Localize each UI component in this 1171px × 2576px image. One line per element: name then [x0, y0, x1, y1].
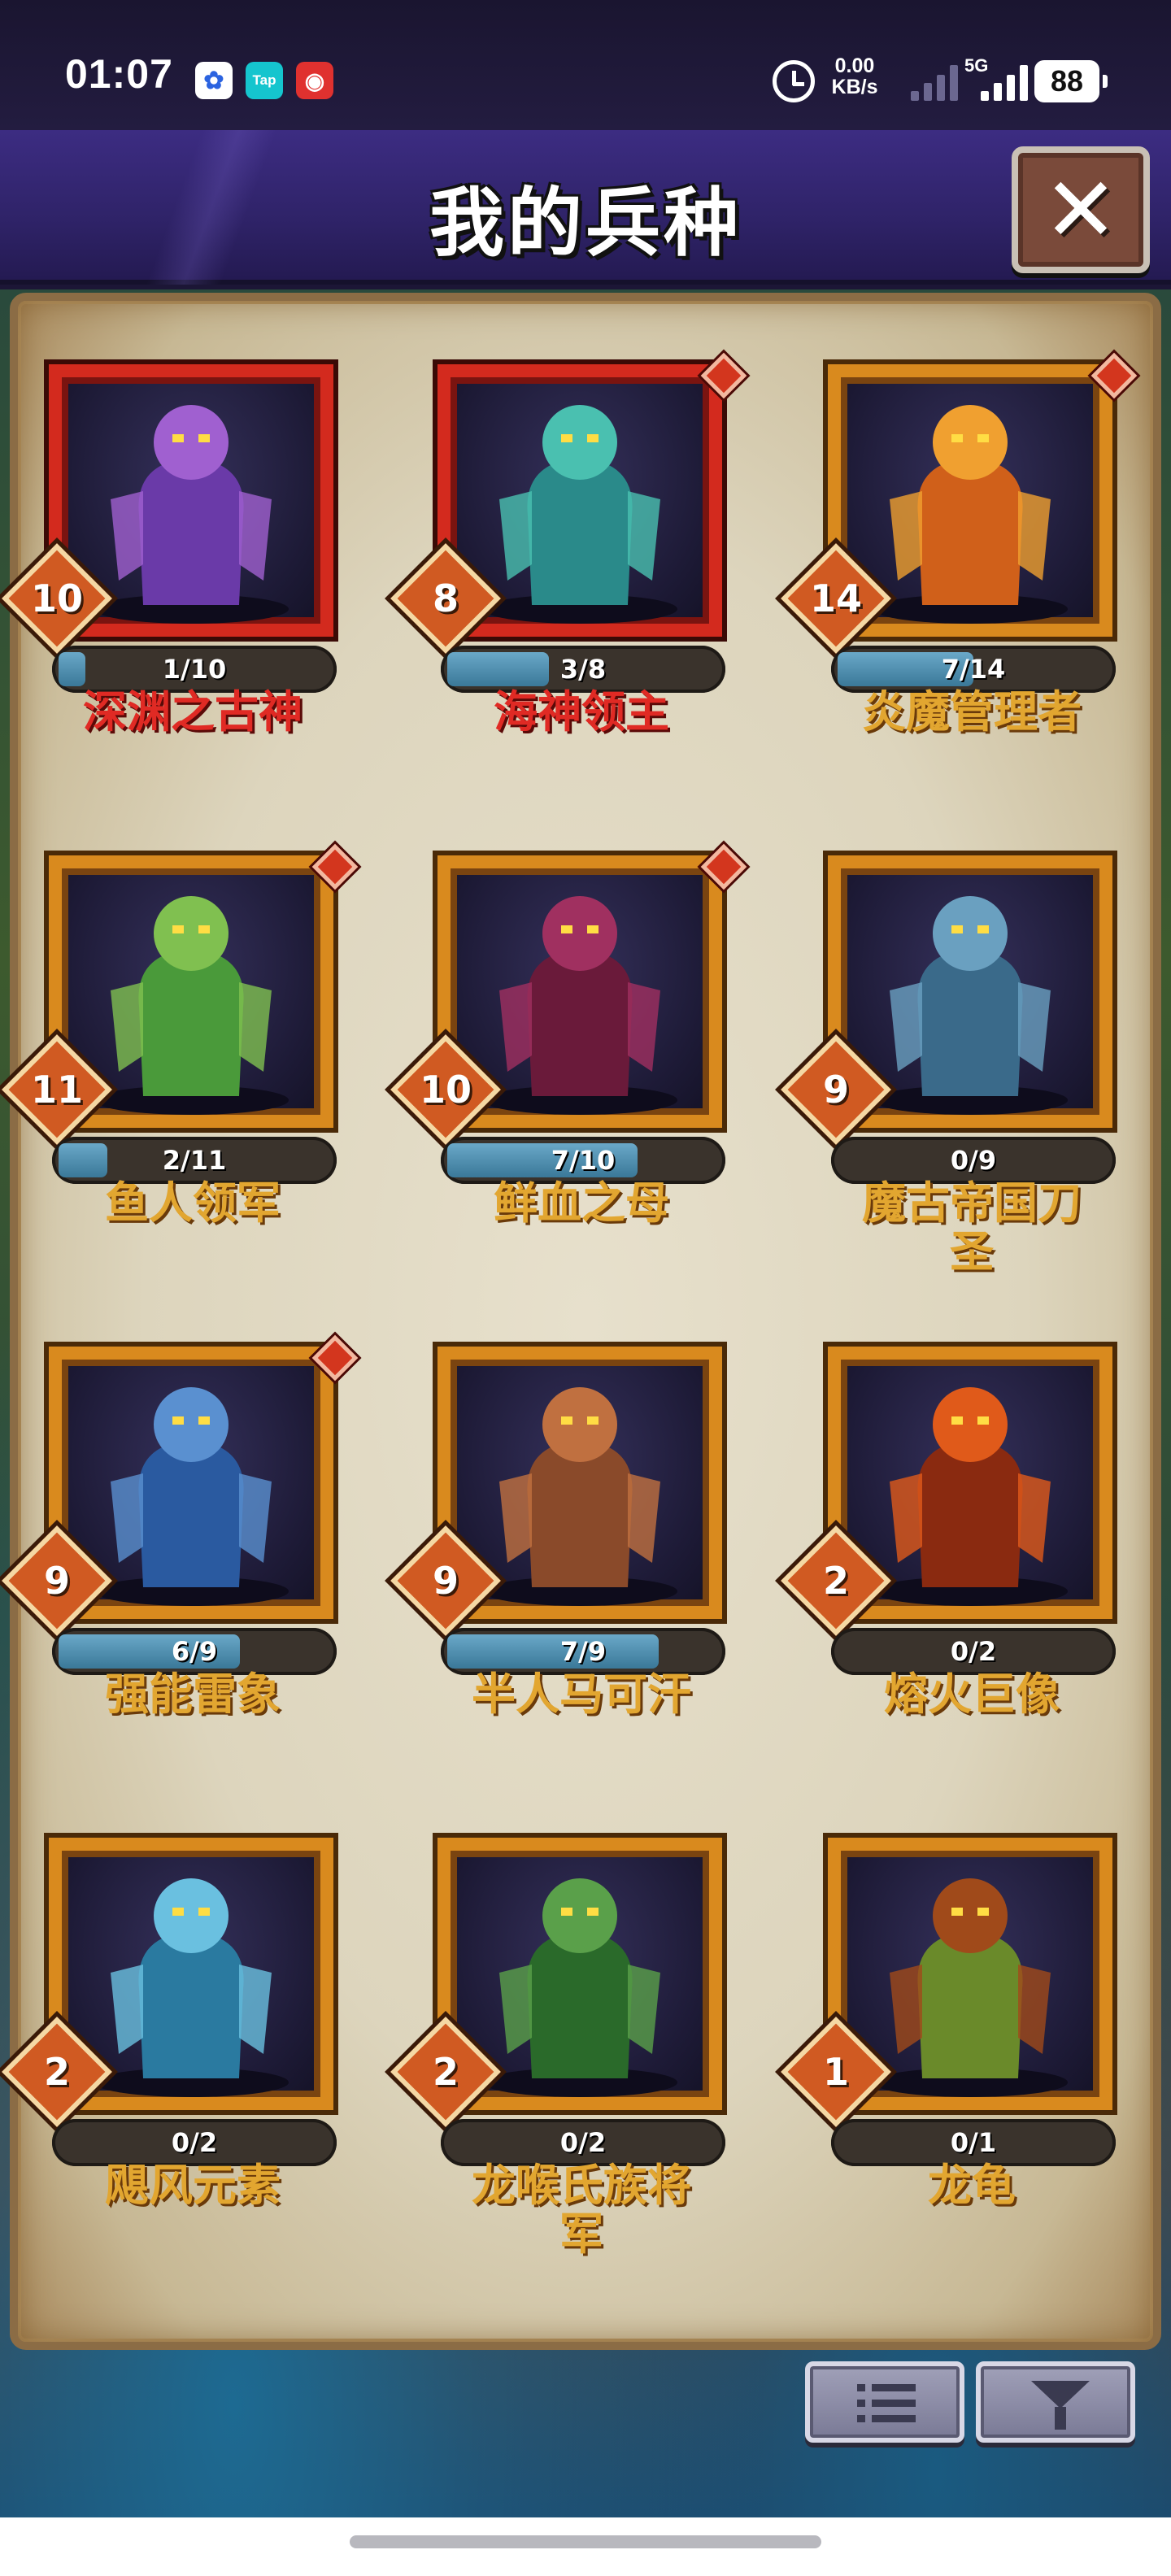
- unit-card[interactable]: 10 1/10 深渊之古神: [0, 364, 342, 820]
- unit-name: 熔火巨像: [884, 1669, 1060, 1720]
- netease-music-icon: ◉: [296, 62, 333, 99]
- unit-level: 10: [419, 1068, 472, 1112]
- filter-icon: [1031, 2381, 1090, 2430]
- status-time: 01:07: [65, 51, 173, 97]
- unit-level: 1: [822, 2050, 849, 2094]
- unit-level: 8: [432, 577, 459, 620]
- alarm-icon: [773, 60, 815, 102]
- unit-card[interactable]: 9 0/9 魔古帝国刀圣: [779, 855, 1121, 1311]
- network-speed-value: 0.00: [834, 54, 875, 77]
- unit-card[interactable]: 9 6/9 强能雷象: [0, 1334, 359, 1802]
- unit-card[interactable]: 8 3/8 海神领主: [389, 352, 747, 820]
- unit-level: 2: [822, 1559, 849, 1603]
- unit-card[interactable]: 1 0/1 龙龟: [779, 1838, 1121, 2293]
- unit-card[interactable]: 14 7/14 炎魔管理者: [779, 352, 1138, 820]
- unit-name: 深渊之古神: [83, 686, 303, 738]
- unit-name: 强能雷象: [105, 1669, 281, 1720]
- home-indicator[interactable]: [350, 2535, 821, 2548]
- unit-level: 9: [43, 1559, 70, 1603]
- unit-card[interactable]: 9 7/9 半人马可汗: [389, 1347, 730, 1802]
- wifi-signal-icon: [911, 65, 960, 101]
- unit-level: 11: [30, 1068, 83, 1112]
- unit-card[interactable]: 2 0/2 熔火巨像: [779, 1347, 1121, 1802]
- unit-level: 2: [432, 2050, 459, 2094]
- unit-name: 龙喉氏族将军: [472, 2160, 691, 2260]
- list-view-button[interactable]: [805, 2361, 964, 2443]
- unit-name: 半人马可汗: [472, 1669, 691, 1720]
- network-speed-unit: KB/s: [831, 76, 878, 98]
- unit-card[interactable]: 10 7/10 鲜血之母: [389, 843, 747, 1311]
- unit-card[interactable]: 2 0/2 龙喉氏族将军: [389, 1838, 730, 2293]
- unit-level: 14: [809, 577, 862, 620]
- unit-card[interactable]: 11 2/11 鱼人领军: [0, 843, 359, 1311]
- network-speed: 0.00 KB/s: [826, 55, 883, 98]
- list-icon: [857, 2384, 916, 2423]
- page-title: 我的兵种: [429, 180, 742, 267]
- unit-name: 炎魔管理者: [862, 686, 1082, 738]
- close-icon: ✕: [1043, 158, 1119, 262]
- taptap-icon: Tap: [246, 62, 283, 99]
- unit-card[interactable]: 2 0/2 飓风元素: [0, 1838, 342, 2293]
- unit-level: 10: [30, 577, 83, 620]
- filter-button[interactable]: [976, 2361, 1135, 2443]
- baidu-icon: ✿: [195, 62, 233, 99]
- unit-level: 9: [822, 1068, 849, 1112]
- cell-signal-icon: [981, 65, 1030, 101]
- status-bar: 01:07 ✿ Tap ◉ 0.00 KB/s 5G 88: [0, 0, 1171, 130]
- unit-name: 龙龟: [928, 2160, 1016, 2211]
- unit-name: 魔古帝国刀圣: [862, 1177, 1082, 1277]
- unit-name: 飓风元素: [105, 2160, 281, 2211]
- unit-name: 海神领主: [494, 686, 669, 738]
- unit-level: 2: [43, 2050, 70, 2094]
- unit-level: 9: [432, 1559, 459, 1603]
- close-button[interactable]: ✕: [1012, 146, 1150, 273]
- unit-name: 鱼人领军: [105, 1177, 281, 1229]
- battery-icon: 88: [1034, 60, 1108, 102]
- header-bar: 我的兵种: [0, 130, 1171, 285]
- unit-name: 鲜血之母: [494, 1177, 669, 1229]
